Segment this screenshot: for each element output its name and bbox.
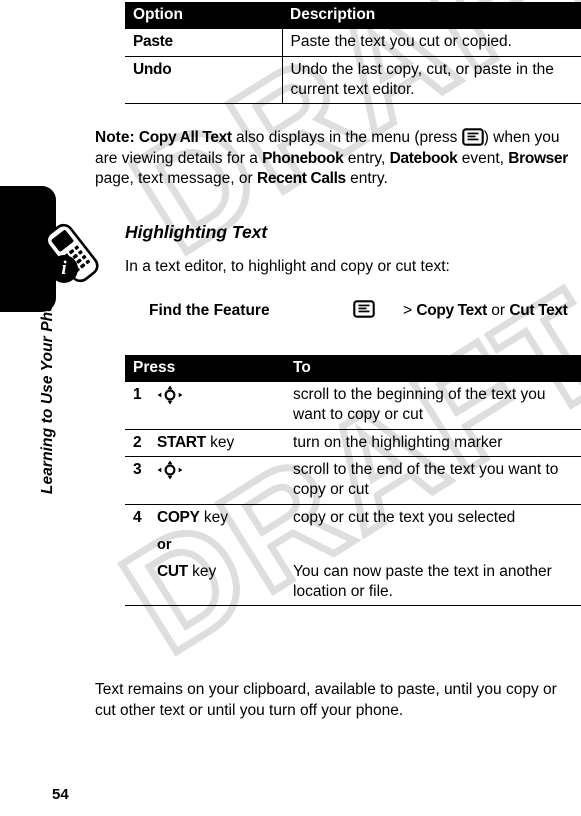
table-row: 2 START key turn on the highlighting mar… (125, 429, 581, 458)
info-badge-icon: i (50, 255, 78, 283)
step-press-action: COPY key (155, 505, 283, 532)
table-row: 4 COPY key copy or cut the text you sele… (125, 505, 581, 532)
find-the-feature-row: Find the Feature > Copy Text or Cut Text (125, 300, 581, 326)
menu-key-icon (353, 300, 375, 318)
table-row: 1 scroll to the beginning of the text yo… (125, 382, 581, 430)
note-term-phonebook: Phonebook (262, 149, 344, 167)
key-label-cut: CUT (157, 562, 188, 580)
note-label: Note: (95, 129, 135, 146)
note-term-copy-all-text: Copy All Text (138, 129, 232, 146)
step-number: 1 (125, 382, 155, 430)
column-header-press: Press (125, 355, 284, 382)
table-row: Undo Undo the last copy, cut, or paste i… (125, 56, 581, 105)
column-header-description: Description (282, 2, 581, 29)
note-text-1: also displays in the menu (press (231, 129, 462, 146)
note-term-datebook: Datebook (389, 149, 458, 167)
key-suffix: key (199, 509, 228, 527)
step-result-spacer (283, 532, 581, 559)
section-heading: Highlighting Text (125, 222, 268, 242)
content-column: Option Description Paste Paste the text … (95, 0, 581, 816)
manual-page: DRAFT DRAFT i Learning to Use Your Phone… (0, 0, 581, 816)
step-number: 3 (125, 456, 155, 506)
step-press-alternative: CUT key (155, 558, 284, 607)
note-text-3: entry, (343, 149, 390, 167)
step-result: scroll to the end of the text you want t… (283, 456, 581, 506)
press-to-table: Press To 1 scroll to the beginning of th… (125, 355, 581, 607)
table-row: 3 scroll to the end of the text you want… (125, 456, 581, 506)
table-row: or (125, 532, 581, 559)
find-the-feature-label: Find the Feature (149, 302, 270, 319)
find-the-feature-path: > Copy Text or Cut Text (403, 302, 568, 320)
step-result: turn on the highlighting marker (283, 429, 581, 458)
section-intro-paragraph: In a text editor, to highlight and copy … (125, 258, 450, 275)
step-result-secondary: You can now paste the text in another lo… (283, 558, 581, 607)
chapter-title: Learning to Use Your Phone (39, 283, 56, 495)
table-header-row: Option Description (125, 2, 581, 29)
step-press-action: START key (155, 429, 284, 458)
step-number: 4 (133, 509, 142, 527)
page-number: 54 (52, 786, 69, 803)
info-badge-letter: i (61, 258, 67, 279)
step-result: scroll to the beginning of the text you … (283, 382, 581, 430)
column-header-to: To (283, 355, 581, 382)
options-table: Option Description Paste Paste the text … (125, 2, 581, 105)
note-term-recent-calls: Recent Calls (256, 170, 346, 188)
menu-option-cut-text: Cut Text (509, 302, 568, 319)
note-term-browser: Browser (508, 149, 568, 167)
note-paragraph: Note: Copy All Text also displays in the… (95, 128, 581, 190)
option-description: Paste the text you cut or copied. (282, 29, 581, 57)
step-result: copy or cut the text you selected (293, 509, 516, 527)
note-text-5: page, text message, or (95, 170, 257, 188)
key-suffix: key (187, 562, 217, 580)
option-name: Paste (125, 29, 283, 57)
note-text-6: entry. (345, 170, 388, 188)
column-header-option: Option (125, 2, 282, 29)
key-label-start: START (157, 433, 206, 451)
navigation-key-icon (157, 385, 183, 405)
option-name: Undo (125, 56, 283, 105)
option-description: Undo the last copy, cut, or paste in the… (282, 56, 581, 105)
path-conjunction: or (487, 302, 510, 319)
table-row: Paste Paste the text you cut or copied. (125, 29, 581, 57)
or-label: or (157, 536, 172, 553)
navigation-key-icon (157, 460, 183, 480)
key-label-copy: COPY (157, 509, 200, 527)
step-press-action (155, 382, 284, 430)
menu-option-copy-text: Copy Text (416, 302, 487, 319)
closing-paragraph: Text remains on your clipboard, availabl… (95, 681, 557, 719)
sidebar: i Learning to Use Your Phone 54 (0, 0, 99, 816)
table-row: CUT key You can now paste the text in an… (125, 558, 581, 607)
path-separator: > (403, 302, 417, 319)
step-number-spacer (125, 532, 155, 559)
step-press-action (155, 456, 284, 506)
table-header-row: Press To (125, 355, 581, 382)
key-suffix: key (205, 433, 235, 451)
step-press-alternative-conjunction: or (155, 532, 283, 559)
step-number-spacer (125, 558, 155, 607)
menu-key-icon (461, 128, 484, 146)
step-number: 2 (125, 429, 155, 458)
note-text-4: event, (457, 149, 509, 167)
